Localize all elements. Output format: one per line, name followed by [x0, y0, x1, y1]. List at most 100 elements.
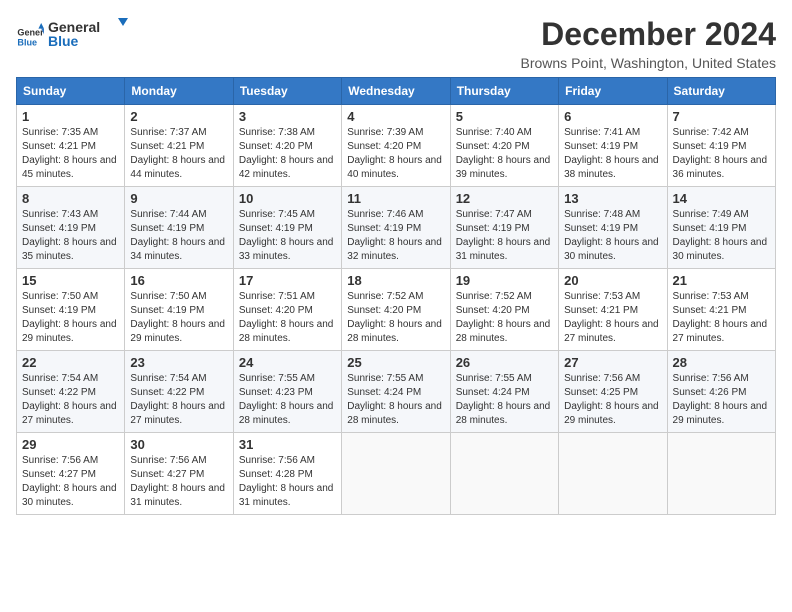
calendar-cell: [450, 433, 558, 515]
svg-text:General: General: [17, 27, 44, 37]
calendar-cell: 17 Sunrise: 7:51 AM Sunset: 4:20 PM Dayl…: [233, 269, 341, 351]
day-number: 4: [347, 109, 444, 124]
calendar-cell: 3 Sunrise: 7:38 AM Sunset: 4:20 PM Dayli…: [233, 105, 341, 187]
weekday-header-sunday: Sunday: [17, 78, 125, 105]
calendar-cell: 20 Sunrise: 7:53 AM Sunset: 4:21 PM Dayl…: [559, 269, 667, 351]
day-number: 18: [347, 273, 444, 288]
day-info: Sunrise: 7:39 AM Sunset: 4:20 PM Dayligh…: [347, 126, 444, 182]
calendar-cell: 26 Sunrise: 7:55 AM Sunset: 4:24 PM Dayl…: [450, 351, 558, 433]
day-number: 30: [130, 437, 227, 452]
day-info: Sunrise: 7:55 AM Sunset: 4:24 PM Dayligh…: [347, 372, 444, 428]
day-info: Sunrise: 7:50 AM Sunset: 4:19 PM Dayligh…: [130, 290, 227, 346]
calendar-cell: 22 Sunrise: 7:54 AM Sunset: 4:22 PM Dayl…: [17, 351, 125, 433]
day-info: Sunrise: 7:56 AM Sunset: 4:27 PM Dayligh…: [22, 454, 119, 510]
calendar-cell: 5 Sunrise: 7:40 AM Sunset: 4:20 PM Dayli…: [450, 105, 558, 187]
day-info: Sunrise: 7:43 AM Sunset: 4:19 PM Dayligh…: [22, 208, 119, 264]
day-info: Sunrise: 7:44 AM Sunset: 4:19 PM Dayligh…: [130, 208, 227, 264]
weekday-header-tuesday: Tuesday: [233, 78, 341, 105]
day-number: 3: [239, 109, 336, 124]
calendar-cell: 18 Sunrise: 7:52 AM Sunset: 4:20 PM Dayl…: [342, 269, 450, 351]
day-info: Sunrise: 7:40 AM Sunset: 4:20 PM Dayligh…: [456, 126, 553, 182]
calendar-cell: 1 Sunrise: 7:35 AM Sunset: 4:21 PM Dayli…: [17, 105, 125, 187]
week-row-1: 1 Sunrise: 7:35 AM Sunset: 4:21 PM Dayli…: [17, 105, 776, 187]
day-number: 9: [130, 191, 227, 206]
day-number: 29: [22, 437, 119, 452]
day-number: 8: [22, 191, 119, 206]
calendar-cell: [667, 433, 775, 515]
day-info: Sunrise: 7:56 AM Sunset: 4:27 PM Dayligh…: [130, 454, 227, 510]
calendar-cell: 8 Sunrise: 7:43 AM Sunset: 4:19 PM Dayli…: [17, 187, 125, 269]
calendar-cell: 28 Sunrise: 7:56 AM Sunset: 4:26 PM Dayl…: [667, 351, 775, 433]
day-number: 22: [22, 355, 119, 370]
day-info: Sunrise: 7:55 AM Sunset: 4:24 PM Dayligh…: [456, 372, 553, 428]
weekday-header-wednesday: Wednesday: [342, 78, 450, 105]
day-info: Sunrise: 7:51 AM Sunset: 4:20 PM Dayligh…: [239, 290, 336, 346]
calendar-cell: 4 Sunrise: 7:39 AM Sunset: 4:20 PM Dayli…: [342, 105, 450, 187]
day-info: Sunrise: 7:50 AM Sunset: 4:19 PM Dayligh…: [22, 290, 119, 346]
day-info: Sunrise: 7:54 AM Sunset: 4:22 PM Dayligh…: [130, 372, 227, 428]
day-number: 6: [564, 109, 661, 124]
calendar-table: SundayMondayTuesdayWednesdayThursdayFrid…: [16, 77, 776, 515]
calendar-cell: 19 Sunrise: 7:52 AM Sunset: 4:20 PM Dayl…: [450, 269, 558, 351]
day-number: 27: [564, 355, 661, 370]
day-info: Sunrise: 7:56 AM Sunset: 4:26 PM Dayligh…: [673, 372, 770, 428]
weekday-header-friday: Friday: [559, 78, 667, 105]
logo-icon: General Blue: [16, 23, 44, 51]
week-row-4: 22 Sunrise: 7:54 AM Sunset: 4:22 PM Dayl…: [17, 351, 776, 433]
calendar-cell: 2 Sunrise: 7:37 AM Sunset: 4:21 PM Dayli…: [125, 105, 233, 187]
calendar-cell: 16 Sunrise: 7:50 AM Sunset: 4:19 PM Dayl…: [125, 269, 233, 351]
svg-text:Blue: Blue: [48, 33, 79, 49]
calendar-cell: 13 Sunrise: 7:48 AM Sunset: 4:19 PM Dayl…: [559, 187, 667, 269]
day-number: 17: [239, 273, 336, 288]
day-number: 21: [673, 273, 770, 288]
week-row-2: 8 Sunrise: 7:43 AM Sunset: 4:19 PM Dayli…: [17, 187, 776, 269]
day-number: 12: [456, 191, 553, 206]
day-number: 10: [239, 191, 336, 206]
day-number: 5: [456, 109, 553, 124]
day-number: 31: [239, 437, 336, 452]
day-number: 7: [673, 109, 770, 124]
day-info: Sunrise: 7:38 AM Sunset: 4:20 PM Dayligh…: [239, 126, 336, 182]
day-info: Sunrise: 7:52 AM Sunset: 4:20 PM Dayligh…: [347, 290, 444, 346]
calendar-subtitle: Browns Point, Washington, United States: [521, 55, 777, 71]
calendar-cell: 9 Sunrise: 7:44 AM Sunset: 4:19 PM Dayli…: [125, 187, 233, 269]
day-number: 1: [22, 109, 119, 124]
day-number: 26: [456, 355, 553, 370]
day-info: Sunrise: 7:42 AM Sunset: 4:19 PM Dayligh…: [673, 126, 770, 182]
day-info: Sunrise: 7:56 AM Sunset: 4:25 PM Dayligh…: [564, 372, 661, 428]
day-number: 28: [673, 355, 770, 370]
logo-svg: General Blue: [48, 16, 128, 52]
day-number: 11: [347, 191, 444, 206]
day-number: 13: [564, 191, 661, 206]
logo: General Blue General Blue: [16, 16, 128, 57]
calendar-cell: [559, 433, 667, 515]
day-info: Sunrise: 7:55 AM Sunset: 4:23 PM Dayligh…: [239, 372, 336, 428]
week-row-5: 29 Sunrise: 7:56 AM Sunset: 4:27 PM Dayl…: [17, 433, 776, 515]
calendar-cell: 21 Sunrise: 7:53 AM Sunset: 4:21 PM Dayl…: [667, 269, 775, 351]
day-number: 23: [130, 355, 227, 370]
day-info: Sunrise: 7:53 AM Sunset: 4:21 PM Dayligh…: [673, 290, 770, 346]
weekday-header-saturday: Saturday: [667, 78, 775, 105]
calendar-cell: 23 Sunrise: 7:54 AM Sunset: 4:22 PM Dayl…: [125, 351, 233, 433]
day-info: Sunrise: 7:45 AM Sunset: 4:19 PM Dayligh…: [239, 208, 336, 264]
week-row-3: 15 Sunrise: 7:50 AM Sunset: 4:19 PM Dayl…: [17, 269, 776, 351]
day-number: 2: [130, 109, 227, 124]
calendar-cell: 6 Sunrise: 7:41 AM Sunset: 4:19 PM Dayli…: [559, 105, 667, 187]
title-block: December 2024 Browns Point, Washington, …: [521, 16, 777, 71]
calendar-cell: 30 Sunrise: 7:56 AM Sunset: 4:27 PM Dayl…: [125, 433, 233, 515]
calendar-cell: 11 Sunrise: 7:46 AM Sunset: 4:19 PM Dayl…: [342, 187, 450, 269]
calendar-cell: 15 Sunrise: 7:50 AM Sunset: 4:19 PM Dayl…: [17, 269, 125, 351]
day-number: 14: [673, 191, 770, 206]
weekday-header-thursday: Thursday: [450, 78, 558, 105]
page-header: General Blue General Blue December 2024 …: [16, 16, 776, 71]
day-info: Sunrise: 7:54 AM Sunset: 4:22 PM Dayligh…: [22, 372, 119, 428]
calendar-cell: 7 Sunrise: 7:42 AM Sunset: 4:19 PM Dayli…: [667, 105, 775, 187]
day-info: Sunrise: 7:41 AM Sunset: 4:19 PM Dayligh…: [564, 126, 661, 182]
day-info: Sunrise: 7:48 AM Sunset: 4:19 PM Dayligh…: [564, 208, 661, 264]
day-number: 16: [130, 273, 227, 288]
calendar-cell: 29 Sunrise: 7:56 AM Sunset: 4:27 PM Dayl…: [17, 433, 125, 515]
day-info: Sunrise: 7:52 AM Sunset: 4:20 PM Dayligh…: [456, 290, 553, 346]
day-number: 25: [347, 355, 444, 370]
calendar-cell: 27 Sunrise: 7:56 AM Sunset: 4:25 PM Dayl…: [559, 351, 667, 433]
day-info: Sunrise: 7:49 AM Sunset: 4:19 PM Dayligh…: [673, 208, 770, 264]
